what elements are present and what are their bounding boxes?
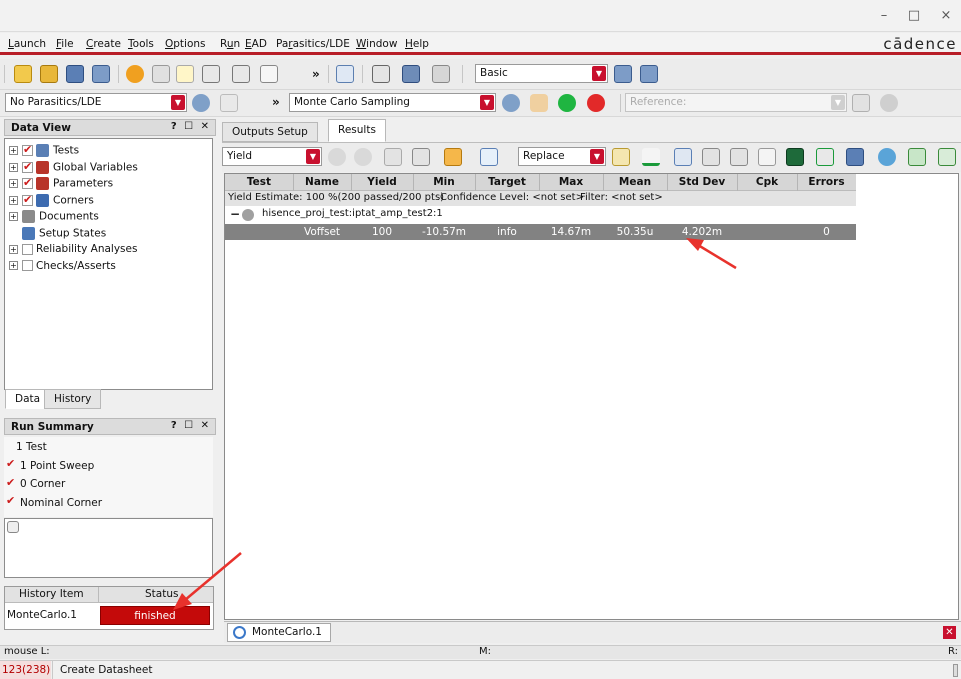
mouse-left-status: mouse L: — [4, 646, 50, 657]
annotation-arrows — [173, 238, 737, 610]
results-tab-bar: MonteCarlo.1 ✕ — [224, 621, 961, 643]
mouse-status-bar: mouse L: M: R: — [0, 645, 961, 659]
mouse-middle-status: M: — [479, 646, 491, 657]
arrow-line — [697, 243, 737, 270]
arrow-line — [184, 552, 242, 601]
arrow-head — [686, 238, 704, 251]
clock-icon — [233, 626, 246, 639]
resize-grip[interactable] — [953, 664, 958, 677]
command-status-bar: 123(238) Create Datasheet — [0, 660, 961, 679]
status-message: Create Datasheet — [60, 664, 153, 676]
mouse-right-status: R: — [948, 646, 959, 657]
close-tab-icon[interactable]: ✕ — [943, 626, 956, 639]
command-counter: 123(238) — [0, 661, 51, 679]
tab-montecarlo[interactable]: MonteCarlo.1 — [227, 623, 331, 642]
